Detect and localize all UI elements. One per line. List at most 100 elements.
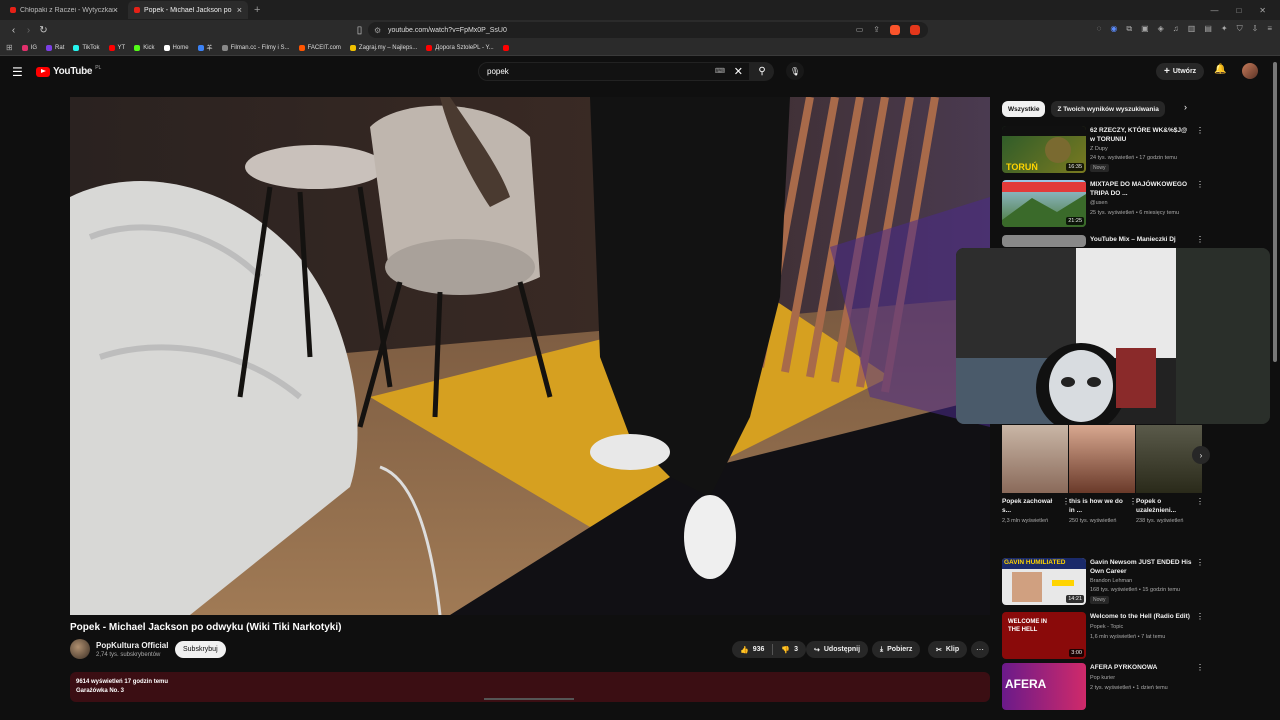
url-text: youtube.com/watch?v=FpMx0P_SsU0: [388, 26, 507, 34]
short-thumbnail[interactable]: [1069, 425, 1135, 493]
account-avatar[interactable]: [1242, 63, 1258, 79]
bookmark-item[interactable]: Дорога SztolePL - Y...: [426, 44, 494, 51]
recommendation-item[interactable]: WELCOME IN THE HELL 3:00 Welcome to the …: [1002, 612, 1206, 660]
clip-button[interactable]: ✂ Klip: [928, 641, 968, 658]
menu-icon[interactable]: ≡: [1267, 24, 1272, 34]
bookmark-item[interactable]: TikTok: [73, 44, 100, 51]
dislike-button[interactable]: 👎 3: [781, 646, 798, 654]
video-title: Popek - Michael Jackson po odwyku (Wiki …: [70, 622, 342, 633]
download-button[interactable]: ⤓ Pobierz: [872, 641, 921, 658]
new-tab-button[interactable]: +: [254, 4, 260, 16]
recommendation-title: Gavin Newsom JUST ENDED His Own Career: [1090, 559, 1192, 575]
channel-name[interactable]: PopKultura Official: [96, 641, 168, 650]
shield-icon[interactable]: ⛉: [1237, 24, 1243, 34]
reload-icon[interactable]: ↻: [36, 25, 51, 36]
bookmark-icon: [73, 44, 80, 51]
youtube-logo[interactable]: YouTube PL: [36, 65, 101, 77]
channel-avatar[interactable]: [70, 639, 90, 659]
recommendation-channel: Pop kurier: [1090, 675, 1116, 681]
more-actions-button[interactable]: ⋯: [971, 641, 989, 658]
extension-icon[interactable]: ◌: [1097, 24, 1102, 34]
share-button[interactable]: ↪ Udostępnij: [806, 641, 869, 658]
subscribe-button[interactable]: Subskrybuj: [175, 641, 226, 658]
browser-tab-active[interactable]: Popek - Michael Jackson po ×: [128, 1, 248, 19]
search-input[interactable]: popek ⌨ ✕: [478, 62, 750, 81]
bookmark-item[interactable]: Kick: [134, 44, 155, 51]
scroll-indicator: [484, 698, 574, 700]
sidebar-icon[interactable]: ▥: [1188, 24, 1196, 34]
cast-icon[interactable]: ▭: [856, 25, 864, 35]
brave-rewards-icon[interactable]: [910, 25, 920, 35]
recommendation-item[interactable]: TORUŃ 16:35 62 RZECZY, KTÓRE WK&%$J@ w T…: [1002, 126, 1206, 174]
browser-tab[interactable]: Chłopaki z Raczei - Wytyczkarz bawi ×: [4, 1, 124, 19]
recommendation-item[interactable]: YouTube Mix – Manieczki Dj ⋮: [1002, 235, 1206, 247]
more-vertical-icon[interactable]: ⋮: [1196, 558, 1204, 567]
video-thumbnail[interactable]: GAVIN HUMILIATED 14:21: [1002, 558, 1086, 605]
back-icon[interactable]: ‹: [6, 25, 21, 36]
forward-icon[interactable]: ›: [21, 25, 36, 36]
voice-search-button[interactable]: 🎙: [786, 62, 804, 80]
recommendation-item[interactable]: AFERA AFERA PYRKONOWA Pop kurier 2 tys. …: [1002, 663, 1206, 711]
more-vertical-icon[interactable]: ⋮: [1196, 497, 1204, 506]
bookmark-item[interactable]: FACEIT.com: [298, 44, 341, 51]
maximize-icon[interactable]: □: [1236, 6, 1241, 15]
bookmark-item[interactable]: Rat: [46, 44, 64, 51]
more-vertical-icon[interactable]: ⋮: [1196, 235, 1204, 244]
like-button[interactable]: 👍 936: [740, 646, 764, 654]
bookmark-item[interactable]: 羊: [197, 43, 213, 52]
more-vertical-icon[interactable]: ⋮: [1196, 126, 1204, 135]
video-thumbnail[interactable]: [1002, 235, 1086, 247]
close-tab-icon[interactable]: ×: [237, 5, 242, 15]
short-item[interactable]: this is how we do in ... 250 tys. wyświe…: [1069, 425, 1137, 524]
video-thumbnail[interactable]: 21:25: [1002, 180, 1086, 227]
shorts-next-button[interactable]: ›: [1192, 446, 1210, 464]
share-icon[interactable]: ⇪: [873, 25, 880, 35]
url-field[interactable]: ⚙ youtube.com/watch?v=FpMx0P_SsU0 ▭ ⇪: [368, 22, 928, 38]
short-thumbnail[interactable]: [1002, 425, 1068, 493]
close-window-icon[interactable]: ✕: [1259, 6, 1266, 15]
vpn-icon[interactable]: ▤: [1204, 24, 1212, 34]
bookmark-item[interactable]: Zagraj.my – Najleps...: [349, 44, 417, 51]
video-thumbnail[interactable]: AFERA: [1002, 663, 1086, 710]
music-icon[interactable]: ♫: [1173, 24, 1179, 34]
brave-shield-icon[interactable]: [890, 25, 900, 35]
close-tab-icon[interactable]: ×: [113, 5, 118, 15]
recommendation-item[interactable]: 21:25 MIXTAPE DO MAJÓWKOWEGO TRIPA DO ..…: [1002, 180, 1206, 228]
recommendation-title: 62 RZECZY, KTÓRE WK&%$J@ w TORUNIU: [1090, 127, 1188, 143]
puzzle-icon[interactable]: ⧉: [1126, 24, 1132, 34]
wallet-icon[interactable]: ▣: [1141, 24, 1149, 34]
more-vertical-icon[interactable]: ⋮: [1196, 180, 1204, 189]
extension-icon[interactable]: ◉: [1110, 24, 1117, 34]
site-info-icon[interactable]: ⚙: [374, 26, 381, 35]
bookmark-item[interactable]: [502, 44, 509, 51]
chevron-right-icon[interactable]: ›: [1184, 102, 1187, 112]
keyboard-icon[interactable]: ⌨: [715, 67, 725, 75]
thumbnail-text: AFERA: [1005, 677, 1047, 691]
notifications-bell-icon[interactable]: 🔔: [1214, 64, 1226, 75]
download-icon[interactable]: ⇩: [1252, 24, 1259, 34]
more-vertical-icon[interactable]: ⋮: [1196, 612, 1204, 621]
extension-icon[interactable]: ◈: [1158, 24, 1164, 34]
create-button[interactable]: + Utwórz: [1156, 63, 1205, 80]
chip-from-search[interactable]: Z Twoich wyników wyszukiwania: [1051, 101, 1165, 117]
bookmark-item[interactable]: Home: [163, 44, 189, 51]
chip-all[interactable]: Wszystkie: [1002, 101, 1046, 117]
more-vertical-icon[interactable]: ⋮: [1196, 663, 1204, 672]
search-button[interactable]: ⚲: [750, 62, 774, 81]
video-thumbnail[interactable]: WELCOME IN THE HELL 3:00: [1002, 612, 1086, 659]
page-scrollbar[interactable]: [1273, 62, 1277, 362]
bookmark-item[interactable]: YT: [108, 44, 125, 51]
bookmark-icon[interactable]: ▯: [352, 25, 367, 36]
bookmark-item[interactable]: IG: [21, 44, 37, 51]
bookmark-item[interactable]: Filman.cc - Filmy i S...: [221, 44, 290, 51]
leo-icon[interactable]: ✦: [1221, 24, 1228, 34]
short-item[interactable]: Popek o uzależnieni... 238 tys. wyświetl…: [1136, 425, 1204, 524]
video-thumbnail[interactable]: TORUŃ 16:35: [1002, 126, 1086, 173]
minimize-icon[interactable]: —: [1210, 6, 1218, 15]
apps-icon[interactable]: ⊞: [6, 43, 13, 52]
recommendation-item[interactable]: GAVIN HUMILIATED 14:21 Gavin Newsom JUST…: [1002, 558, 1206, 606]
short-item[interactable]: Popek zachował s... 2,3 mln wyświetleń ⋮: [1002, 425, 1070, 524]
hamburger-menu-icon[interactable]: ☰: [12, 65, 23, 79]
video-player[interactable]: [70, 97, 990, 615]
clear-search-icon[interactable]: ✕: [734, 65, 743, 78]
